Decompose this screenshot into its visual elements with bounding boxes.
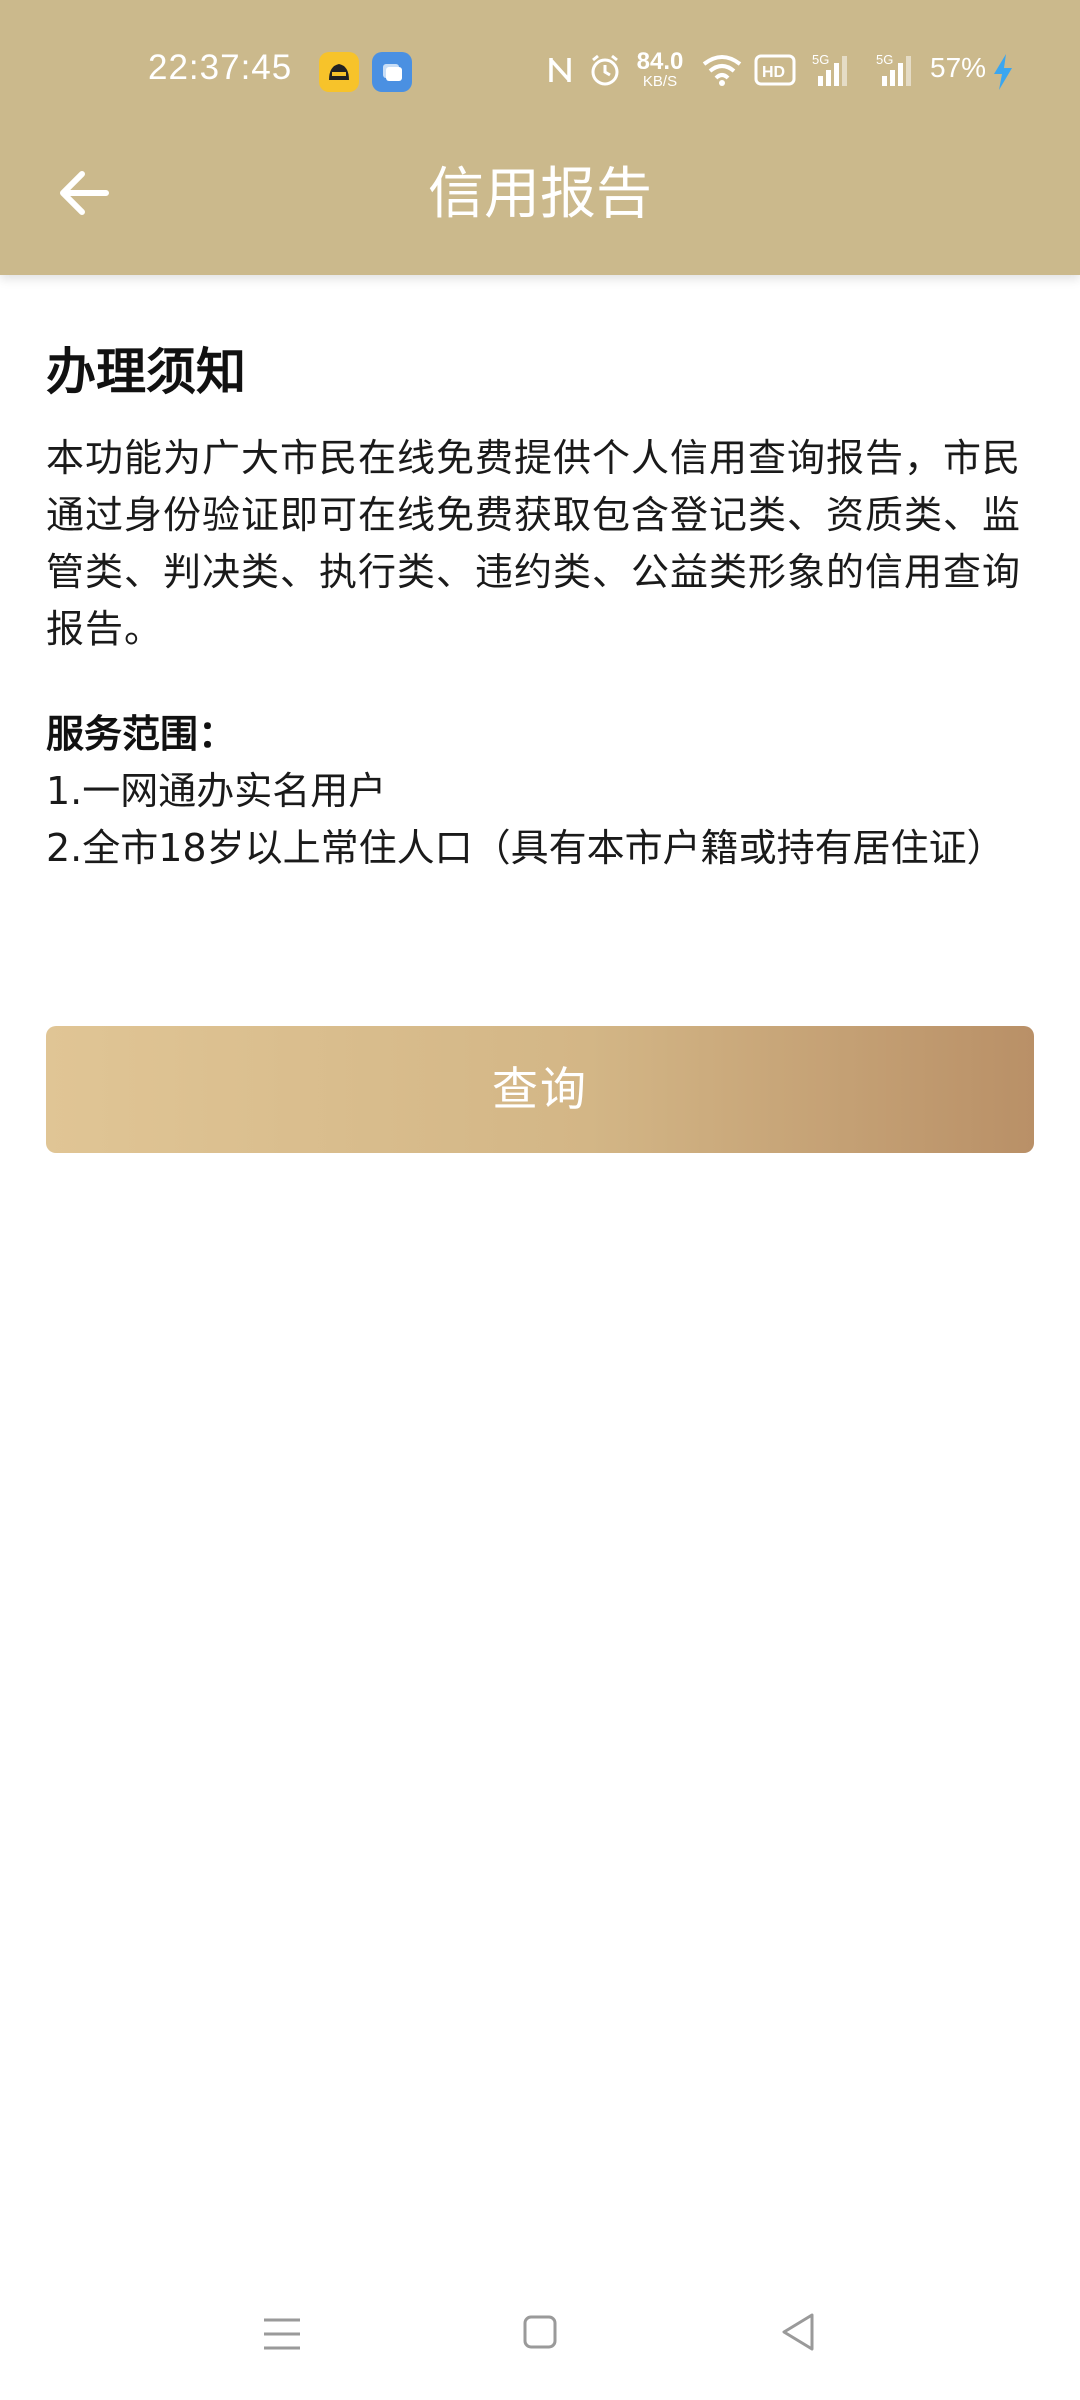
- cell-signal-icon: 5G: [876, 50, 920, 90]
- notice-section: 办理须知 本功能为广大市民在线免费提供个人信用查询报告，市民通过身份验证即可在线…: [46, 330, 1036, 877]
- battery-level: 57%: [930, 52, 987, 83]
- system-nav-bar: [0, 2290, 1080, 2380]
- home-square-icon[interactable]: [522, 2312, 558, 2352]
- menu-icon[interactable]: [262, 2312, 302, 2356]
- alarm-icon: [587, 50, 623, 90]
- svg-text:5G: 5G: [876, 52, 893, 67]
- status-time: 22:37:45: [148, 48, 293, 87]
- svg-text:5G: 5G: [812, 52, 829, 67]
- network-speed: 84.0 KB/S: [636, 48, 684, 90]
- scope-item: 1.一网通办实名用户: [46, 769, 387, 813]
- wifi-icon: [700, 50, 744, 90]
- page-title: 信用报告: [428, 162, 652, 227]
- cell-signal-icon: 5G: [812, 50, 856, 90]
- query-button[interactable]: 查询: [46, 1026, 1034, 1153]
- scope-item: 2.全市18岁以上常住人口（具有本市户籍或持有居住证）: [46, 826, 1005, 870]
- app-header: 22:37:45 84.0 KB/S HD 5G 5G 57% 信用报告: [0, 0, 1080, 275]
- back-triangle-icon[interactable]: [778, 2310, 818, 2354]
- notice-title: 办理须知: [46, 343, 246, 401]
- app-notification-icon: [372, 52, 412, 92]
- svg-text:HD: HD: [762, 64, 785, 81]
- nfc-icon: [545, 50, 575, 90]
- hd-icon: HD: [754, 50, 796, 90]
- scope-label: 服务范围：: [46, 712, 237, 756]
- status-bar: 22:37:45 84.0 KB/S HD 5G 5G 57%: [0, 0, 1080, 140]
- charging-icon: [992, 54, 1014, 90]
- notice-description: 本功能为广大市民在线免费提供个人信用查询报告，市民通过身份验证即可在线免费获取包…: [46, 436, 1022, 651]
- app-notification-icon: [319, 52, 359, 92]
